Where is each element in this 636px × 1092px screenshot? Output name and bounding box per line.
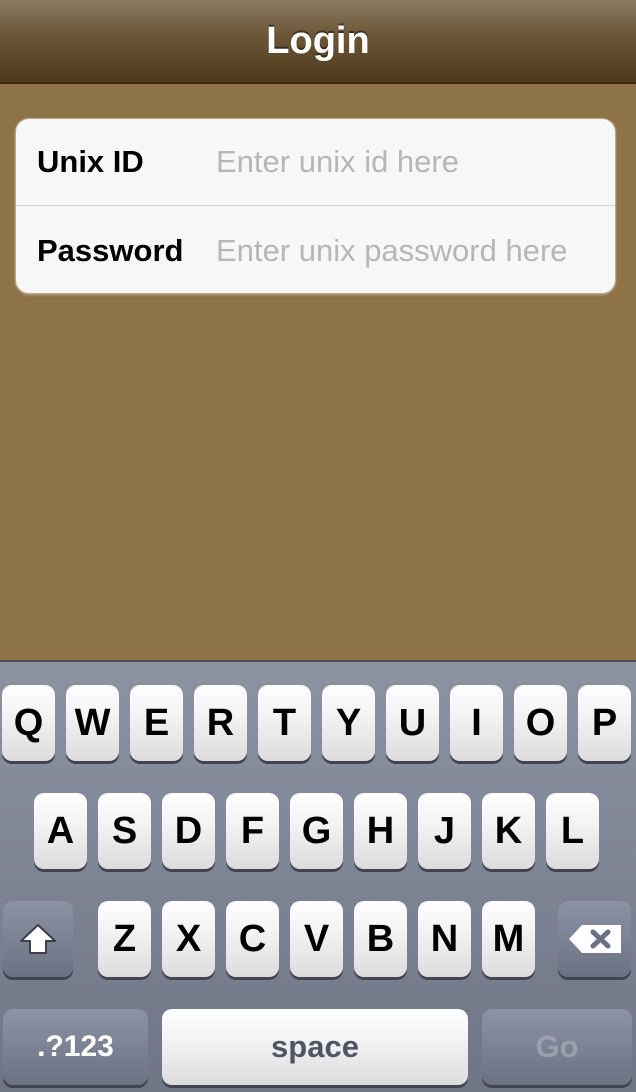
login-content: Unix ID Password bbox=[0, 84, 636, 660]
key-w[interactable]: W bbox=[66, 685, 119, 761]
key-h[interactable]: H bbox=[354, 793, 407, 869]
key-r[interactable]: R bbox=[194, 685, 247, 761]
page-title: Login bbox=[266, 19, 370, 62]
shift-icon bbox=[20, 924, 56, 954]
password-input[interactable] bbox=[216, 220, 611, 281]
keyboard: Q W E R T Y U I O P A S D F G H J K L Z … bbox=[0, 660, 636, 1092]
key-y[interactable]: Y bbox=[322, 685, 375, 761]
login-form: Unix ID Password bbox=[15, 118, 616, 294]
key-l[interactable]: L bbox=[546, 793, 599, 869]
key-i[interactable]: I bbox=[450, 685, 503, 761]
key-q[interactable]: Q bbox=[2, 685, 55, 761]
space-key[interactable]: space bbox=[162, 1009, 468, 1085]
unix-id-input[interactable] bbox=[216, 132, 611, 192]
key-m[interactable]: M bbox=[482, 901, 535, 977]
key-p[interactable]: P bbox=[578, 685, 631, 761]
key-j[interactable]: J bbox=[418, 793, 471, 869]
key-v[interactable]: V bbox=[290, 901, 343, 977]
key-u[interactable]: U bbox=[386, 685, 439, 761]
password-row: Password bbox=[16, 207, 615, 293]
key-o[interactable]: O bbox=[514, 685, 567, 761]
unix-id-label: Unix ID bbox=[37, 144, 144, 179]
key-z[interactable]: Z bbox=[98, 901, 151, 977]
key-d[interactable]: D bbox=[162, 793, 215, 869]
delete-key[interactable] bbox=[558, 901, 631, 977]
key-c[interactable]: C bbox=[226, 901, 279, 977]
key-f[interactable]: F bbox=[226, 793, 279, 869]
password-label: Password bbox=[37, 232, 184, 268]
key-a[interactable]: A bbox=[34, 793, 87, 869]
key-g[interactable]: G bbox=[290, 793, 343, 869]
key-k[interactable]: K bbox=[482, 793, 535, 869]
navigation-bar: Login bbox=[0, 0, 636, 84]
shift-key[interactable] bbox=[3, 901, 73, 977]
key-s[interactable]: S bbox=[98, 793, 151, 869]
key-b[interactable]: B bbox=[354, 901, 407, 977]
key-t[interactable]: T bbox=[258, 685, 311, 761]
key-n[interactable]: N bbox=[418, 901, 471, 977]
key-e[interactable]: E bbox=[130, 685, 183, 761]
go-key[interactable]: Go bbox=[482, 1009, 632, 1085]
backspace-icon bbox=[568, 925, 621, 953]
numbers-key[interactable]: .?123 bbox=[3, 1009, 148, 1085]
unix-id-row: Unix ID bbox=[16, 119, 615, 206]
key-x[interactable]: X bbox=[162, 901, 215, 977]
